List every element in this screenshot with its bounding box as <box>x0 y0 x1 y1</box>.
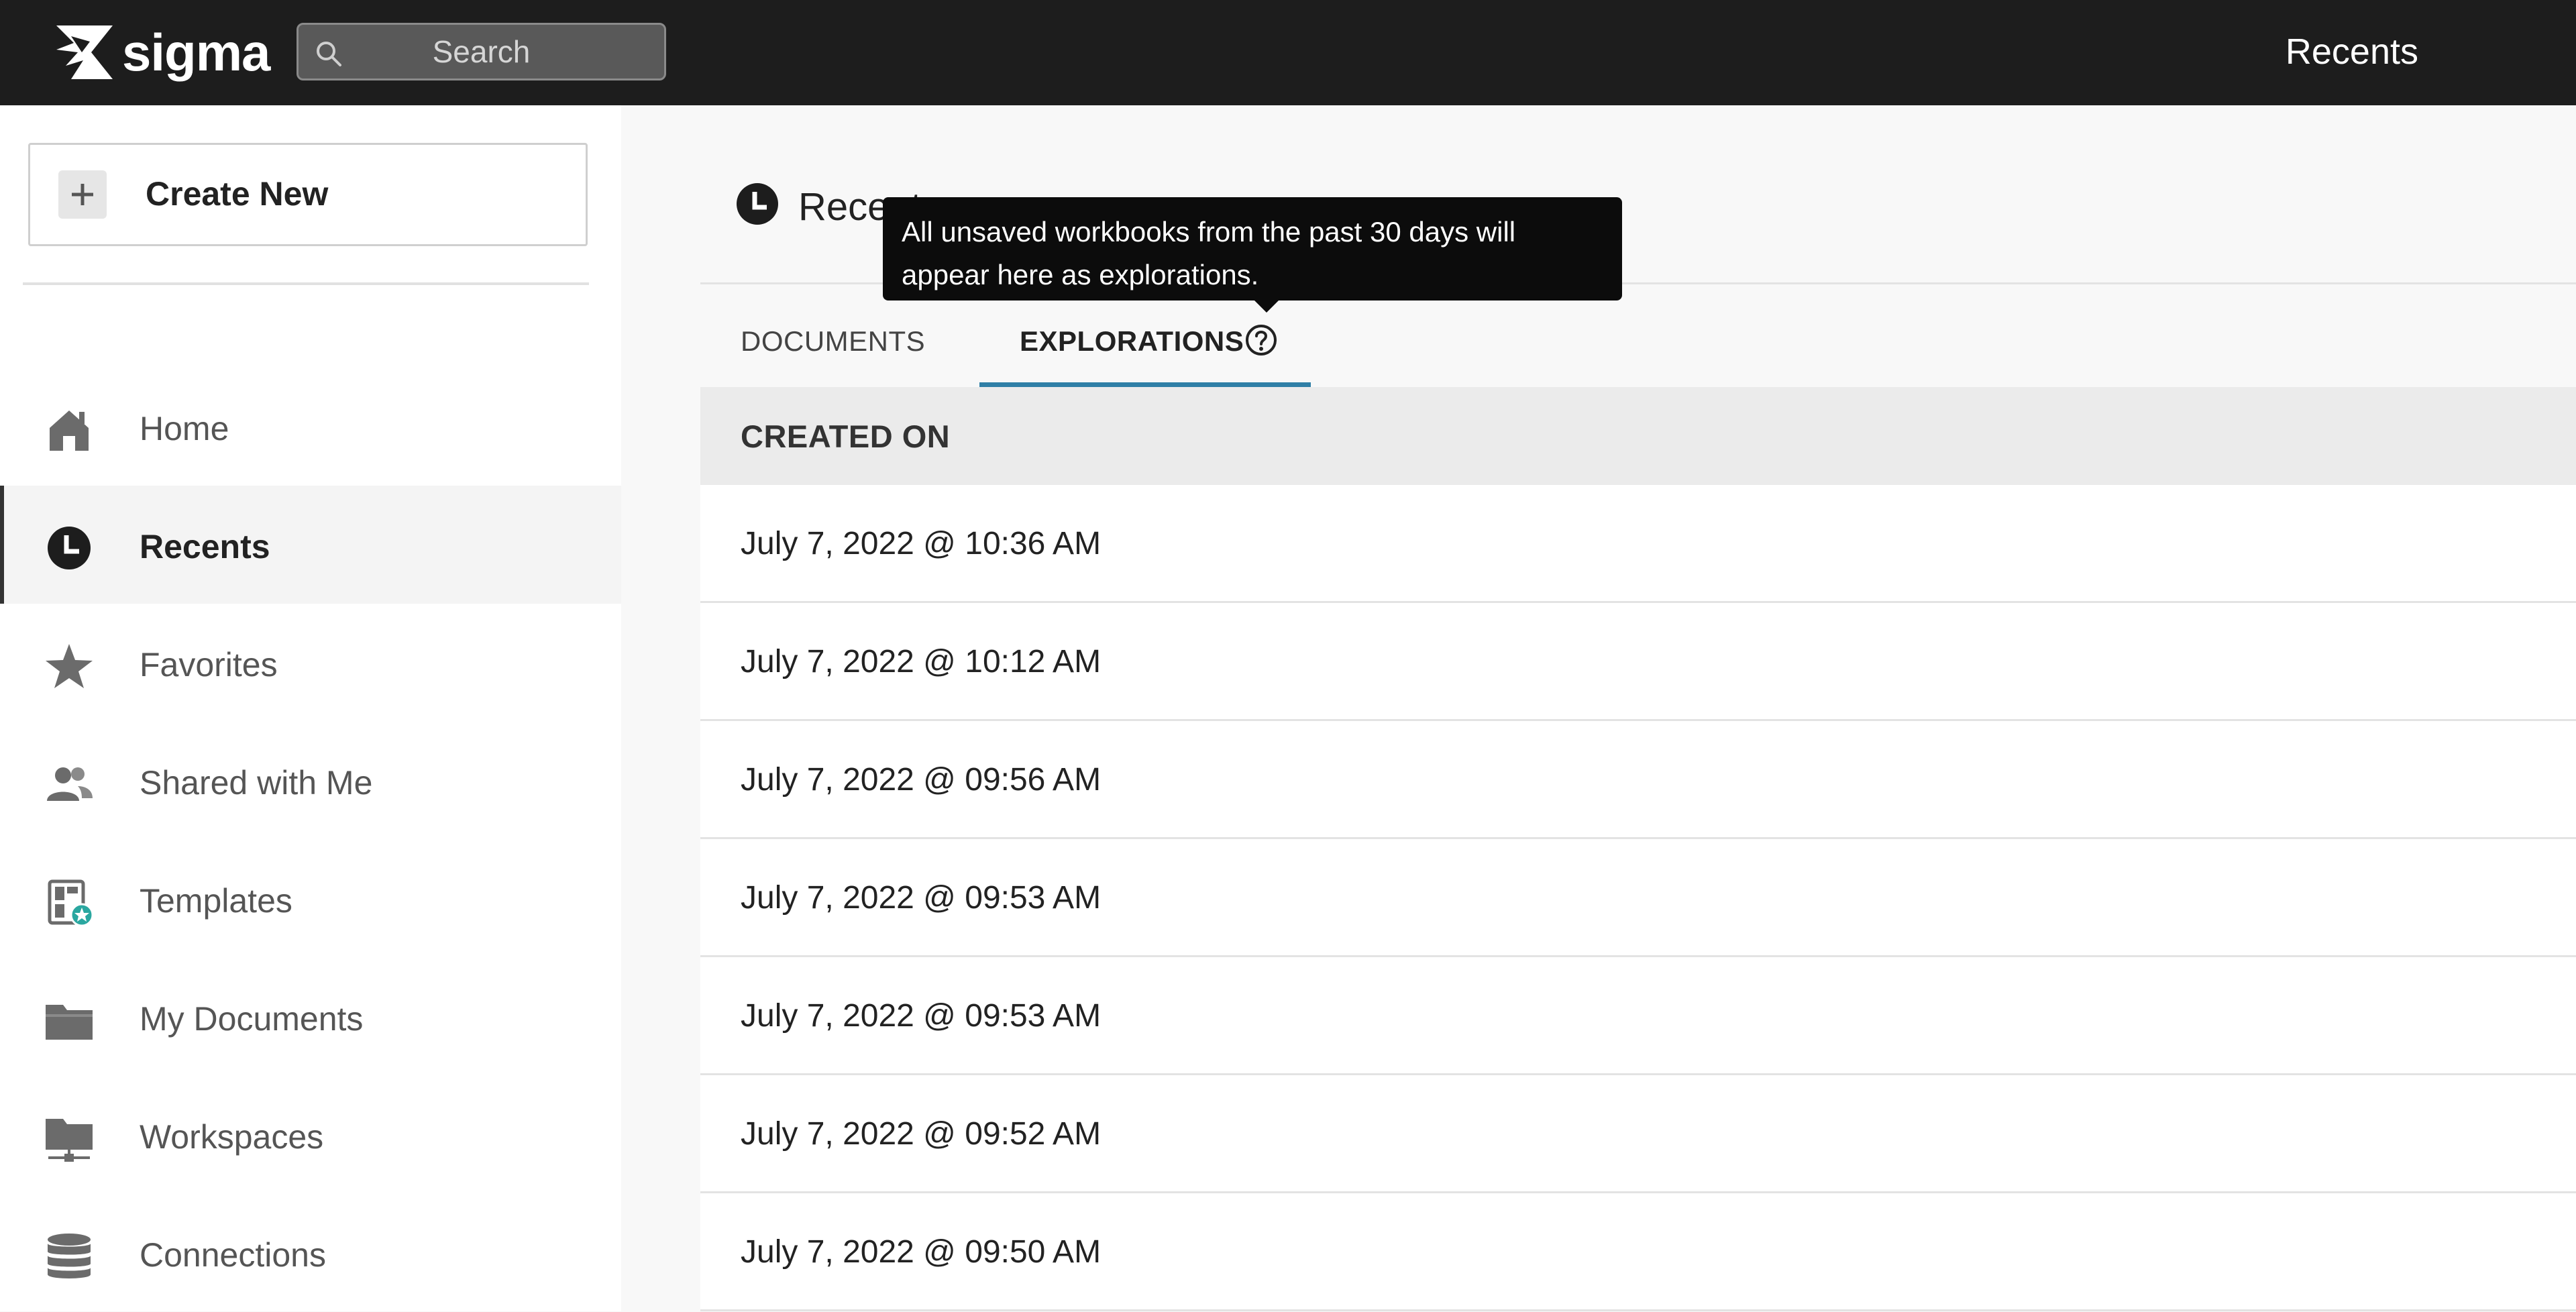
sidebar-item-label: Templates <box>140 882 292 920</box>
tab-label: DOCUMENTS <box>741 325 926 357</box>
tab-documents[interactable]: DOCUMENTS <box>741 307 925 387</box>
top-page-title: Recents <box>2285 32 2418 72</box>
created-on-cell: July 7, 2022 @ 09:53 AM <box>741 998 1102 1034</box>
tooltip-arrow <box>1253 299 1280 313</box>
table-row[interactable]: July 7, 2022 @ 09:53 AM <box>700 839 2576 957</box>
created-on-cell: July 7, 2022 @ 09:50 AM <box>741 1234 1102 1270</box>
sidebar-item-workspaces[interactable]: Workspaces <box>0 1076 621 1194</box>
sidebar-item-label: Shared with Me <box>140 764 373 802</box>
tab-explorations[interactable]: EXPLORATIONS <box>979 307 1311 387</box>
sigma-logo[interactable]: sigma <box>51 21 270 83</box>
create-new-button[interactable]: Create New <box>28 143 588 246</box>
created-on-cell: July 7, 2022 @ 09:52 AM <box>741 1116 1102 1152</box>
search-placeholder: Search <box>432 34 531 69</box>
table-header: CREATED ON <box>700 387 2576 485</box>
table-row[interactable]: July 7, 2022 @ 09:50 AM <box>700 1193 2576 1311</box>
clock-icon <box>737 183 778 225</box>
table-row[interactable]: July 7, 2022 @ 10:36 AM <box>700 485 2576 603</box>
people-icon <box>47 767 93 801</box>
created-on-cell: July 7, 2022 @ 09:56 AM <box>741 762 1102 798</box>
sidebar-item-templates[interactable]: Templates <box>0 840 621 958</box>
sidebar-item-label: Favorites <box>140 646 278 684</box>
sidebar-item-home[interactable]: Home <box>0 368 621 486</box>
column-header-created-on[interactable]: CREATED ON <box>741 418 950 455</box>
sidebar-item-label: Workspaces <box>140 1118 324 1156</box>
logo-text: sigma <box>122 22 270 82</box>
created-on-cell: July 7, 2022 @ 10:12 AM <box>741 644 1102 679</box>
sigma-logo-icon <box>56 25 113 79</box>
sidebar-item-label: Recents <box>140 528 270 565</box>
sidebar-item-favorites[interactable]: Favorites <box>0 604 621 722</box>
explorations-tooltip: All unsaved workbooks from the past 30 d… <box>883 197 1622 313</box>
created-on-cell: July 7, 2022 @ 10:36 AM <box>741 526 1102 561</box>
sidebar-item-recents[interactable]: Recents <box>0 486 621 604</box>
templates-icon <box>48 879 94 927</box>
sidebar-item-connections[interactable]: Connections <box>0 1194 621 1312</box>
sidebar-item-my-documents[interactable]: My Documents <box>0 958 621 1076</box>
search-input[interactable]: Search <box>297 23 666 80</box>
table-row[interactable]: July 7, 2022 @ 10:12 AM <box>700 603 2576 721</box>
table-row[interactable]: July 7, 2022 @ 09:52 AM <box>700 1075 2576 1193</box>
explorations-table: CREATED ON July 7, 2022 @ 10:36 AM July … <box>700 387 2576 1311</box>
sidebar-item-label: My Documents <box>140 1000 364 1038</box>
sidebar: Create New Home Recents Favorites Shared… <box>0 105 621 1311</box>
sidebar-item-label: Home <box>140 410 229 447</box>
created-on-cell: July 7, 2022 @ 09:53 AM <box>741 880 1102 916</box>
help-icon[interactable] <box>1244 323 1279 358</box>
plus-icon <box>58 170 107 219</box>
sidebar-item-shared-with-me[interactable]: Shared with Me <box>0 722 621 840</box>
clock-icon <box>48 527 91 569</box>
top-bar: sigma Search Recents <box>0 0 2576 105</box>
star-icon <box>46 644 93 688</box>
workspace-folder-icon <box>46 1119 93 1162</box>
sidebar-divider <box>23 282 589 285</box>
tooltip-text: All unsaved workbooks from the past 30 d… <box>902 216 1516 290</box>
folder-icon <box>46 1005 93 1040</box>
active-tab-indicator <box>979 382 1311 387</box>
database-icon <box>48 1234 91 1278</box>
home-icon <box>50 411 89 451</box>
sidebar-item-label: Connections <box>140 1236 326 1274</box>
create-new-label: Create New <box>146 175 329 213</box>
table-row[interactable]: July 7, 2022 @ 09:53 AM <box>700 957 2576 1075</box>
main-content: Recents DOCUMENTS EXPLORATIONS CREATED O… <box>621 105 2576 1311</box>
table-row[interactable]: July 7, 2022 @ 09:56 AM <box>700 721 2576 839</box>
tab-label: EXPLORATIONS <box>1020 325 1244 357</box>
